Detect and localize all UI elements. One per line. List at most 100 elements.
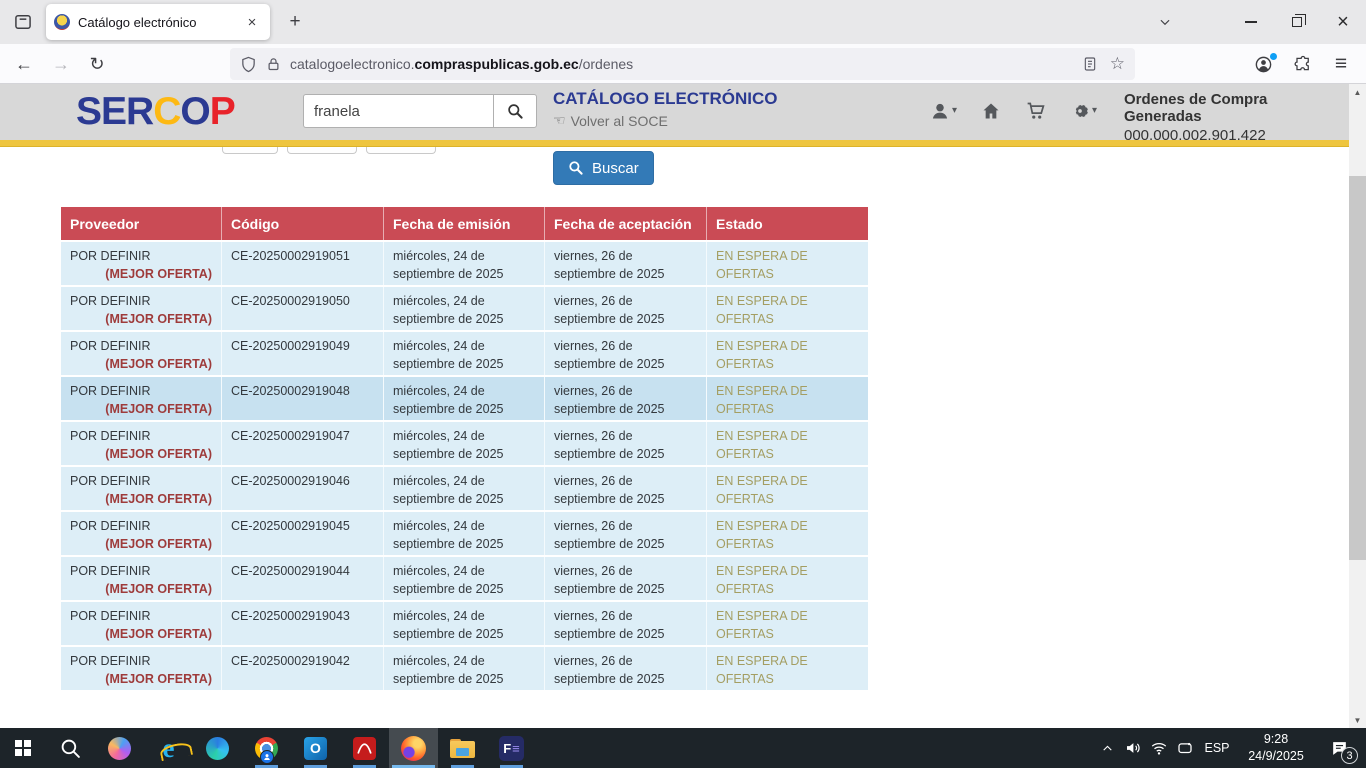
new-tab-button[interactable]: + xyxy=(280,7,310,37)
caret-down-icon: ▾ xyxy=(1092,105,1097,116)
language-indicator[interactable]: ESP xyxy=(1198,741,1236,755)
order-code: CE-20250002919047 xyxy=(222,422,384,465)
tray-chevron-up-icon[interactable] xyxy=(1094,728,1120,768)
user-menu-icon[interactable]: ▾ xyxy=(930,101,957,121)
status-text: EN ESPERA DE OFERTAS xyxy=(716,292,859,328)
issue-date: miércoles, 24 de septiembre de 2025 xyxy=(384,377,545,420)
caret-down-icon: ▾ xyxy=(952,105,957,116)
refresh-button[interactable]: ↻ xyxy=(83,50,111,78)
taskbar-internet-explorer-icon[interactable]: e xyxy=(144,728,193,768)
url-text[interactable]: catalogoelectronico.compraspublicas.gob.… xyxy=(290,56,633,72)
taskbar-search-button[interactable] xyxy=(46,728,95,768)
system-tray: ESP 9:28 24/9/2025 3 xyxy=(1094,728,1366,768)
account-sync-dot xyxy=(1270,53,1277,60)
order-code: CE-20250002919048 xyxy=(222,377,384,420)
taskbar-edge-icon[interactable] xyxy=(193,728,242,768)
shield-icon[interactable] xyxy=(240,56,257,73)
status-text: EN ESPERA DE OFERTAS xyxy=(716,427,859,463)
buscar-label: Buscar xyxy=(592,160,639,177)
table-row: POR DEFINIR (MEJOR OFERTA) CE-2025000291… xyxy=(61,600,868,645)
tab-close-icon[interactable]: × xyxy=(242,12,262,32)
search-button[interactable] xyxy=(493,94,537,128)
page-scrollbar[interactable]: ▲ ▼ xyxy=(1349,84,1366,728)
start-button[interactable] xyxy=(0,728,46,768)
scrollbar-up-arrow[interactable]: ▲ xyxy=(1349,84,1366,100)
home-icon[interactable] xyxy=(981,101,1001,121)
provider-note: (MEJOR OFERTA) xyxy=(70,490,212,508)
url-prefix: catalogoelectronico. xyxy=(290,56,415,72)
extensions-puzzle-icon[interactable] xyxy=(1288,50,1318,78)
wifi-icon[interactable] xyxy=(1146,728,1172,768)
order-code: CE-20250002919050 xyxy=(222,287,384,330)
window-restore-button[interactable] xyxy=(1274,0,1320,44)
taskbar-copilot-icon[interactable] xyxy=(95,728,144,768)
status-text: EN ESPERA DE OFERTAS xyxy=(716,337,859,373)
status-text: EN ESPERA DE OFERTAS xyxy=(716,472,859,508)
provider-cell: POR DEFINIR (MEJOR OFERTA) xyxy=(61,332,222,375)
status-cell: EN ESPERA DE OFERTAS ver detalles xyxy=(707,512,868,555)
table-body: POR DEFINIR (MEJOR OFERTA) CE-2025000291… xyxy=(61,240,868,690)
column-header: Fecha de emisión xyxy=(384,207,545,240)
url-bar[interactable]: catalogoelectronico.compraspublicas.gob.… xyxy=(230,48,1135,80)
tab-favicon-icon xyxy=(54,14,70,30)
window-close-button[interactable]: × xyxy=(1320,0,1366,44)
browser-tab[interactable]: Catálogo electrónico × xyxy=(46,4,270,40)
account-icon[interactable] xyxy=(1248,50,1278,78)
scrollbar-thumb[interactable] xyxy=(1349,176,1366,560)
site-header: SERCOP CATÁLOGO ELECTRÓNICO ☜Volver al S… xyxy=(0,84,1349,140)
filter-button-cutoff[interactable] xyxy=(287,147,357,154)
provider-note: (MEJOR OFERTA) xyxy=(70,535,212,553)
bookmark-star-icon[interactable]: ☆ xyxy=(1110,54,1125,74)
taskbar-file-explorer-icon[interactable] xyxy=(438,728,487,768)
search-input[interactable] xyxy=(303,94,493,128)
taskbar-outlook-icon[interactable]: O xyxy=(291,728,340,768)
status-text: EN ESPERA DE OFERTAS xyxy=(716,562,859,598)
table-row: POR DEFINIR (MEJOR OFERTA) CE-2025000291… xyxy=(61,555,868,600)
taskbar-fapp-icon[interactable]: F≡ xyxy=(487,728,536,768)
order-code: CE-20250002919049 xyxy=(222,332,384,375)
filter-button-cutoff[interactable] xyxy=(366,147,436,154)
order-code: CE-20250002919044 xyxy=(222,557,384,600)
settings-gear-icon[interactable]: ▾ xyxy=(1070,101,1097,121)
firefox-view-icon[interactable] xyxy=(8,7,38,37)
buscar-button[interactable]: Buscar xyxy=(553,151,654,185)
tray-device-icon[interactable] xyxy=(1172,728,1198,768)
volume-icon[interactable] xyxy=(1120,728,1146,768)
acceptance-date: viernes, 26 de septiembre de 2025 xyxy=(545,557,707,600)
taskbar-chrome-icon[interactable] xyxy=(242,728,291,768)
lock-icon[interactable] xyxy=(266,57,281,72)
status-cell: EN ESPERA DE OFERTAS ver detalles xyxy=(707,242,868,285)
menu-hamburger-icon[interactable]: ≡ xyxy=(1326,50,1356,78)
provider-cell: POR DEFINIR (MEJOR OFERTA) xyxy=(61,377,222,420)
table-row: POR DEFINIR (MEJOR OFERTA) CE-2025000291… xyxy=(61,375,868,420)
provider-cell: POR DEFINIR (MEJOR OFERTA) xyxy=(61,557,222,600)
cart-icon[interactable] xyxy=(1025,100,1046,121)
clock[interactable]: 9:28 24/9/2025 xyxy=(1236,731,1316,765)
taskbar-acrobat-icon[interactable] xyxy=(340,728,389,768)
table-row: POR DEFINIR (MEJOR OFERTA) CE-2025000291… xyxy=(61,285,868,330)
reader-mode-icon[interactable] xyxy=(1082,56,1098,72)
provider-cell: POR DEFINIR (MEJOR OFERTA) xyxy=(61,467,222,510)
back-button[interactable]: ← xyxy=(10,50,38,78)
acceptance-date: viernes, 26 de septiembre de 2025 xyxy=(545,602,707,645)
issue-date: miércoles, 24 de septiembre de 2025 xyxy=(384,287,545,330)
filter-button-cutoff[interactable] xyxy=(222,147,278,154)
window-minimize-button[interactable] xyxy=(1228,0,1274,44)
acceptance-date: viernes, 26 de septiembre de 2025 xyxy=(545,422,707,465)
status-text: EN ESPERA DE OFERTAS xyxy=(716,652,859,688)
issue-date: miércoles, 24 de septiembre de 2025 xyxy=(384,422,545,465)
provider-note: (MEJOR OFERTA) xyxy=(70,445,212,463)
column-header: Fecha de aceptación xyxy=(545,207,707,240)
provider-cell: POR DEFINIR (MEJOR OFERTA) xyxy=(61,422,222,465)
volver-al-soce-link[interactable]: ☜Volver al SOCE xyxy=(553,112,777,129)
taskbar-firefox-icon[interactable] xyxy=(389,728,438,768)
status-cell: EN ESPERA DE OFERTAS ver detalles xyxy=(707,647,868,690)
sercop-logo[interactable]: SERCOP xyxy=(76,88,235,136)
provider-name: POR DEFINIR xyxy=(70,427,212,445)
column-header: Proveedor xyxy=(61,207,222,240)
action-center-icon[interactable]: 3 xyxy=(1316,728,1362,768)
status-text: EN ESPERA DE OFERTAS xyxy=(716,382,859,418)
list-tabs-chevron-icon[interactable] xyxy=(1148,5,1182,39)
header-yellow-bar xyxy=(0,140,1349,147)
scrollbar-down-arrow[interactable]: ▼ xyxy=(1349,712,1366,728)
